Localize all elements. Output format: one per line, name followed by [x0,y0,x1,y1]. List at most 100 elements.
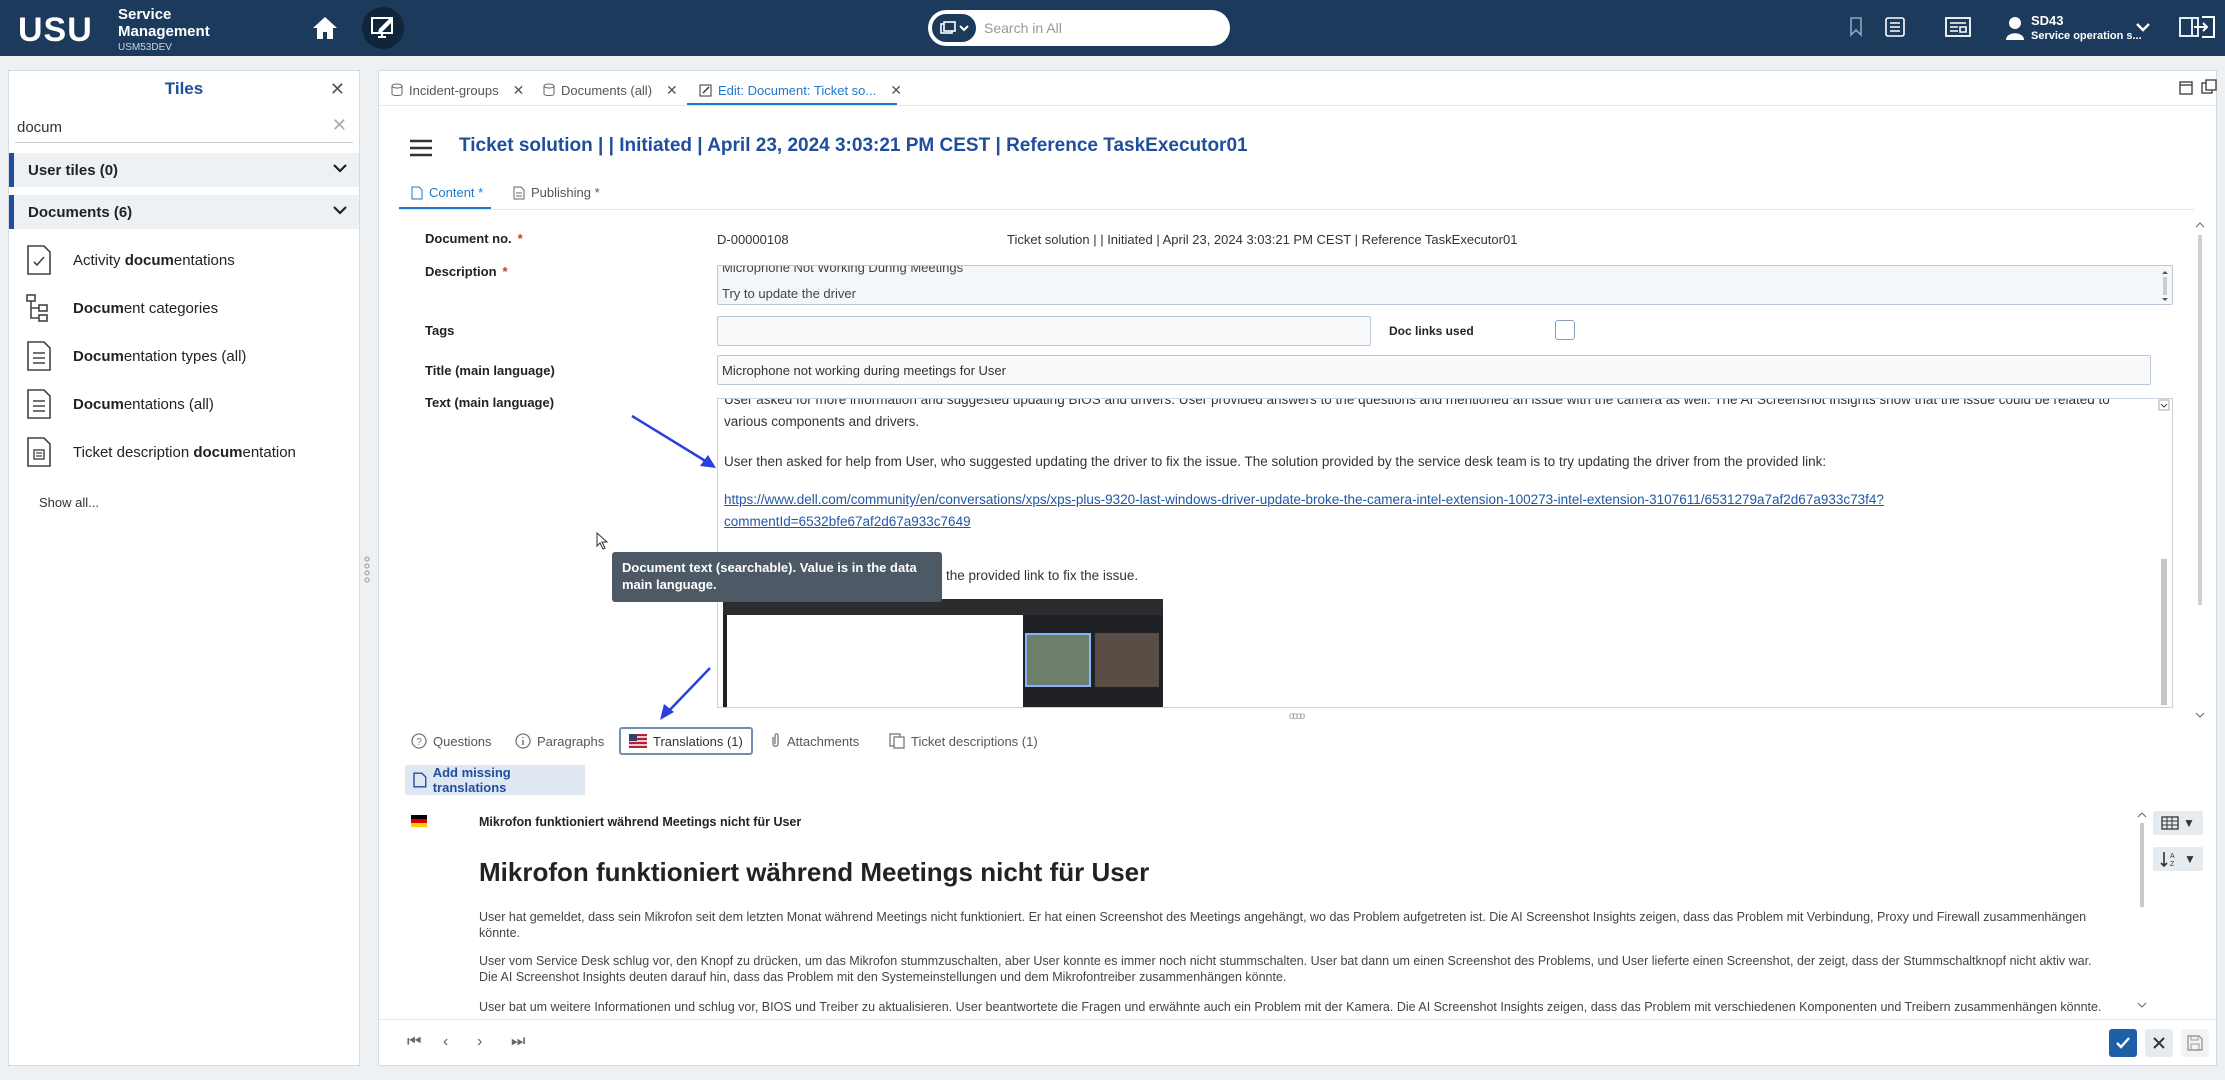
mouse-cursor-icon [596,532,609,550]
home-icon[interactable] [310,14,340,42]
tiles-filter-input[interactable] [15,113,353,143]
save-button[interactable] [2181,1029,2209,1057]
sidebar-splitter[interactable] [364,555,370,585]
news-icon[interactable] [1944,15,1972,39]
document-icon [413,772,427,788]
doc-links-checkbox[interactable] [1555,320,1575,340]
chevron-down-icon [333,206,347,215]
search-input[interactable] [984,18,1214,38]
bookmark-icon[interactable] [1848,16,1864,38]
document-icon [411,186,423,199]
user-name[interactable]: SD43 [2031,13,2064,28]
main-scrollbar[interactable] [2195,221,2205,721]
maximize-icon[interactable] [2179,81,2193,98]
editor-scrollbar[interactable] [2158,399,2170,707]
title-main-input[interactable]: Microphone not working during meetings f… [717,355,2151,385]
previous-page-icon[interactable]: ‹ [443,1033,448,1051]
cancel-button[interactable] [2145,1029,2173,1057]
driver-link[interactable]: https://www.dell.com/community/en/conver… [724,489,2024,533]
tab-incident-groups[interactable]: Incident-groups ✕ [391,79,524,101]
database-icon [543,83,555,96]
last-page-icon[interactable]: ⏭ [511,1033,525,1051]
sidebar-item-activity-documentations[interactable]: Activity documentations [25,243,345,279]
new-window-icon[interactable] [2201,79,2217,98]
top-bar: USU Service Management USM53DEV SD43 Ser… [0,0,2225,56]
user-menu-chevron-icon[interactable] [2136,20,2150,34]
description-textarea[interactable]: Microphone Not Working During Meetings T… [717,265,2173,305]
translation-paragraph: User bat um weitere Informationen und sc… [479,1000,2102,1014]
tab-edit-document[interactable]: Edit: Document: Ticket so... ✕ [699,79,902,101]
close-icon[interactable]: ✕ [330,79,345,100]
document-icon [513,186,525,199]
tab-paragraphs[interactable]: Paragraphs [515,727,604,755]
user-avatar-icon[interactable] [2004,14,2026,42]
first-page-icon[interactable]: ⏮ [407,1033,421,1051]
next-page-icon[interactable]: › [477,1033,482,1051]
tab-attachments[interactable]: Attachments [769,727,859,755]
tab-label: Publishing * [531,185,600,200]
show-all-link[interactable]: Show all... [39,495,99,510]
tab-documents-all[interactable]: Documents (all) ✕ [543,79,678,101]
tab-label: Ticket descriptions (1) [911,733,1038,749]
sidebar-item-document-categories[interactable]: Document categories [25,291,345,327]
tab-content[interactable]: Content * [411,185,483,200]
tab-questions[interactable]: ? Questions [411,727,492,755]
sidebar-item-documentations-all[interactable]: Documentations (all) [25,387,345,423]
flag-us-icon [629,734,647,748]
sidebar-item-label: Documentation types (all) [73,348,247,365]
logout-icon[interactable] [2190,14,2218,40]
tab-ticket-descriptions[interactable]: Ticket descriptions (1) [889,727,1038,755]
sidebar-item-ticket-description-documentation[interactable]: Ticket description documentation [25,435,345,471]
translation-title: Mikrofon funktioniert während Meetings n… [479,815,802,829]
tags-label: Tags [425,323,455,338]
doc-no-label: Document no. * [425,231,523,246]
text-field-tooltip: Document text (searchable). Value is in … [612,552,942,602]
subtab-divider [399,209,2194,210]
title-main-value: Microphone not working during meetings f… [722,363,1006,378]
svg-text:A: A [2170,853,2175,860]
doc-no-value: D-00000108 [717,232,789,247]
translation-scrollbar[interactable] [2137,811,2147,1011]
user-role[interactable]: Service operation s... [2031,30,2142,42]
tab-label: Incident-groups [409,82,499,98]
table-view-button[interactable]: ▼ [2153,811,2203,835]
doc-links-label: Doc links used [1389,324,1474,338]
usu-logo[interactable]: USU [18,11,93,50]
close-icon[interactable]: ✕ [666,82,678,99]
hamburger-menu-icon[interactable] [409,139,433,160]
confirm-button[interactable] [2109,1029,2137,1057]
close-icon[interactable]: ✕ [513,82,525,99]
list-icon[interactable] [1884,16,1906,38]
tab-label: Documents (all) [561,82,653,98]
translation-paragraph: User hat gemeldet, dass sein Mikrofon se… [479,910,2087,940]
sidebar-item-documentation-types[interactable]: Documentation types (all) [25,339,345,375]
add-missing-translations-button[interactable]: Add missing translations [405,765,585,795]
tabbar-divider [379,105,2216,106]
tab-label: Attachments [787,733,860,749]
search-scope-dropdown[interactable] [930,12,978,44]
sidebar-item-label: Ticket description documentation [73,444,296,461]
sort-button[interactable]: AZ ▼ [2153,847,2203,871]
save-icon [2187,1035,2203,1051]
dashboard-edit-icon[interactable] [362,7,404,49]
info-icon [515,733,531,749]
close-icon[interactable]: ✕ [890,82,902,99]
description-scrollbar[interactable] [2160,268,2170,304]
svg-text:?: ? [416,737,422,748]
tags-input[interactable] [717,316,1371,346]
tiles-sidebar: Tiles ✕ ✕ User tiles (0) Documents (6) A… [8,70,360,1066]
sidebar-group-documents[interactable]: Documents (6) [9,195,359,229]
document-ticket-icon [27,437,51,467]
tab-label: Edit: Document: Ticket so... [718,82,877,98]
tab-publishing[interactable]: Publishing * [513,185,600,200]
title-main-label: Title (main language) [425,363,555,378]
svg-text:Z: Z [2170,861,2175,867]
tab-label: Questions [433,733,492,749]
text-main-label: Text (main language) [425,395,555,410]
clear-filter-icon[interactable]: ✕ [332,115,347,136]
resize-handle-icon[interactable]: oooo [1289,711,1305,722]
sidebar-group-user-tiles[interactable]: User tiles (0) [9,153,359,187]
sort-icon: AZ [2160,852,2175,867]
translation-entry: Mikrofon funktioniert während Meetings n… [399,807,2139,1017]
tab-translations[interactable]: Translations (1) [619,727,753,755]
